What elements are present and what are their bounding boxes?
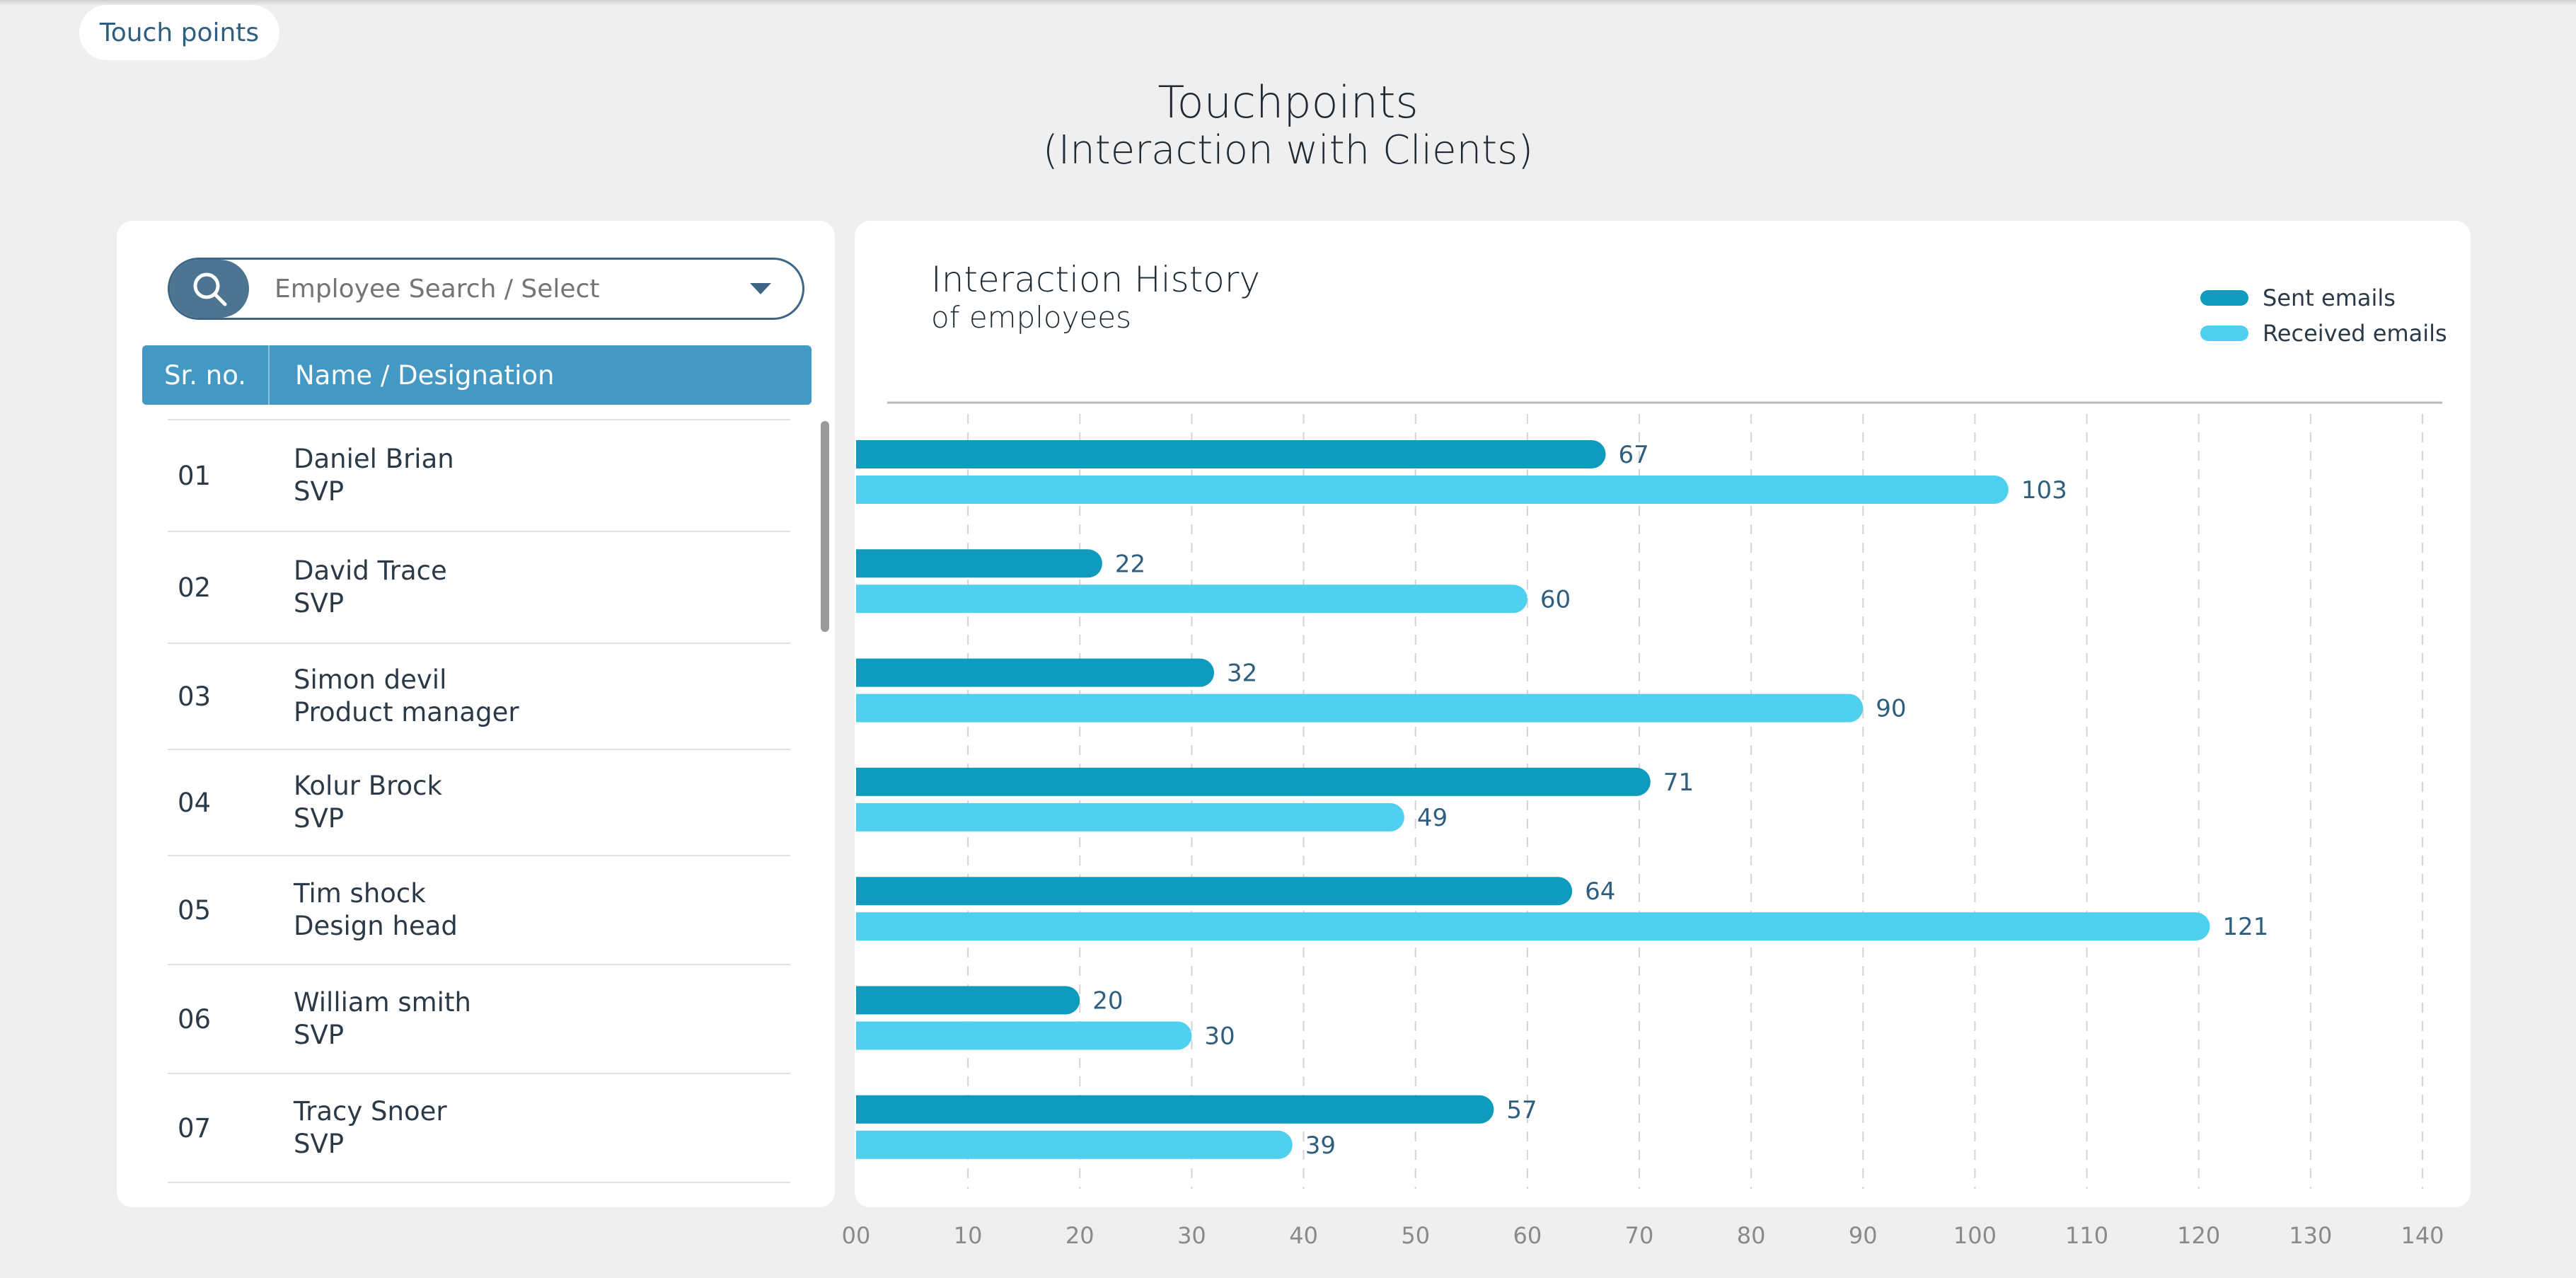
bar-sent (856, 1095, 1494, 1124)
bar-received (856, 476, 2009, 504)
x-tick-label: 120 (2177, 1222, 2220, 1249)
bar-value-label: 20 (1092, 987, 1123, 1015)
x-tick-label: 50 (1401, 1222, 1430, 1249)
bar-value-label: 57 (1506, 1096, 1537, 1124)
bar-sent (856, 658, 1215, 687)
x-tick-label: 40 (1289, 1222, 1318, 1249)
x-tick-label: 10 (954, 1222, 983, 1249)
bar-received (856, 1130, 1293, 1159)
x-tick-label: 70 (1625, 1222, 1654, 1249)
x-tick-label: 100 (1953, 1222, 1997, 1249)
bar-sent (856, 877, 1573, 906)
bar-sent (856, 549, 1102, 578)
interaction-chart: 00 10 20 30 40 50 60 70 80 90 100 110 120 130 140 67 103… (842, 401, 2444, 1249)
x-tick-label: 30 (1177, 1222, 1206, 1249)
x-tick-label: 90 (1849, 1222, 1878, 1249)
x-tick-label: 110 (2065, 1222, 2108, 1249)
bar-sent (856, 440, 1606, 468)
x-tick-label: 130 (2289, 1222, 2332, 1249)
bar-received (856, 802, 1404, 831)
bar-value-label: 64 (1585, 877, 1615, 906)
x-tick-label: 20 (1065, 1222, 1094, 1249)
bar-value-label: 32 (1227, 660, 1257, 688)
x-tick-label: 80 (1737, 1222, 1766, 1249)
bar-received (856, 912, 2210, 941)
bar-received (856, 585, 1527, 614)
x-tick-label: 140 (2401, 1222, 2444, 1249)
bar-sent (856, 986, 1080, 1015)
bar-value-label: 30 (1204, 1023, 1235, 1051)
bar-value-label: 67 (1619, 441, 1649, 469)
bar-value-label: 71 (1663, 768, 1694, 797)
x-tick-label: 00 (842, 1222, 871, 1249)
bar-value-label: 22 (1115, 550, 1145, 578)
bar-received (856, 1021, 1192, 1050)
bar-received (856, 693, 1864, 723)
bar-value-label: 103 (2021, 476, 2067, 505)
bar-value-label: 60 (1540, 585, 1571, 614)
bar-value-label: 90 (1876, 695, 1906, 723)
bar-sent (856, 767, 1651, 796)
bar-value-label: 49 (1417, 804, 1448, 832)
bar-value-label: 121 (2223, 913, 2269, 941)
bar-value-label: 39 (1305, 1132, 1336, 1160)
x-tick-label: 60 (1513, 1222, 1542, 1249)
